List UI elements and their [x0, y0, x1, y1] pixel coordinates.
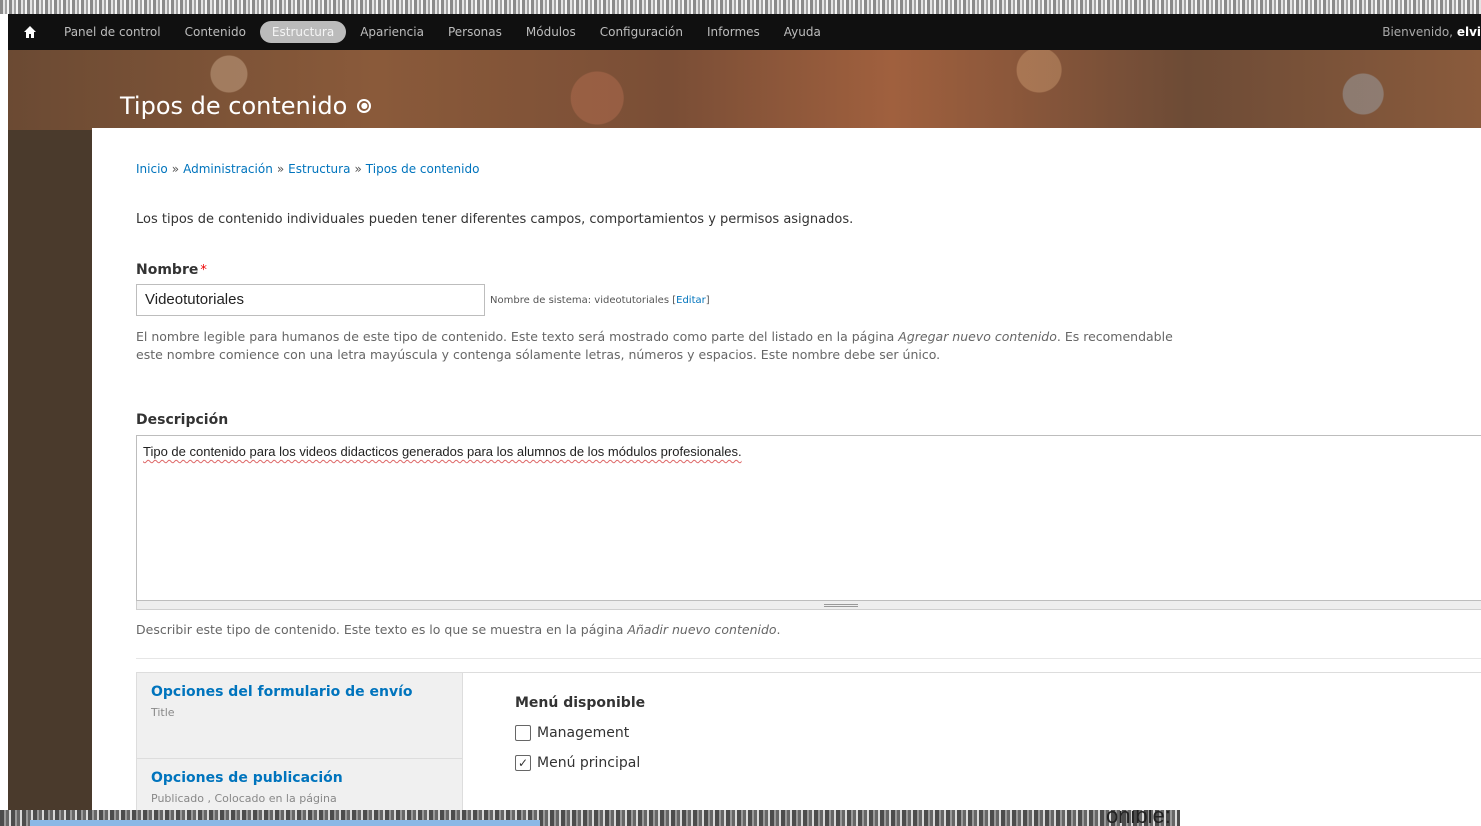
top-edge-artifact — [0, 0, 1481, 14]
vertical-tab-summary: Title — [151, 706, 175, 719]
breadcrumb: Inicio» Administración» Estructura» Tipos d… — [136, 162, 479, 176]
nav-modulos[interactable]: Módulos — [514, 14, 588, 50]
page-title-text: Tipos de contenido — [120, 92, 348, 120]
checkbox-checked-icon[interactable]: ✓ — [515, 755, 531, 771]
nav-informes[interactable]: Informes — [695, 14, 772, 50]
description-field-help: Describir este tipo de contenido. Este t… — [136, 622, 781, 637]
menu-option-management[interactable]: Management — [515, 725, 1429, 741]
name-label-text: Nombre — [136, 262, 199, 278]
vertical-tabs: Opciones del formulario de envío Title O… — [136, 672, 463, 812]
menu-option-label: Management — [537, 725, 630, 741]
welcome-username[interactable]: elvi — [1457, 25, 1481, 39]
breadcrumb-tipos-de-contenido[interactable]: Tipos de contenido — [366, 162, 480, 176]
name-help-part-b: . Es recomendable — [1056, 329, 1173, 344]
checkbox-unchecked-icon[interactable] — [515, 725, 531, 741]
bottom-blue-strip — [30, 820, 540, 826]
admin-toolbar: Panel de control Contenido Estructura Ap… — [8, 14, 1481, 50]
bottom-edge-artifact: onible: — [0, 810, 1481, 826]
description-help-part-b: . — [776, 622, 781, 637]
nav-personas[interactable]: Personas — [436, 14, 514, 50]
description-help-part-a: Describir este tipo de contenido. Este t… — [136, 622, 628, 637]
bottom-caption-text: onible: — [1106, 810, 1171, 826]
nav-estructura[interactable]: Estructura — [259, 21, 347, 43]
intro-text: Los tipos de contenido individuales pued… — [136, 212, 854, 227]
breadcrumb-inicio[interactable]: Inicio — [136, 162, 168, 176]
breadcrumb-estructura[interactable]: Estructura — [288, 162, 350, 176]
nav-ayuda[interactable]: Ayuda — [772, 14, 833, 50]
description-field-label: Descripción — [136, 412, 228, 428]
description-help-emphasis: Añadir nuevo contenido — [627, 622, 777, 637]
machine-name-prefix: Nombre de sistema: videotutoriales [ — [490, 295, 677, 306]
nav-panel-de-control[interactable]: Panel de control — [52, 14, 173, 50]
textarea-resize-handle[interactable] — [136, 601, 1481, 610]
vertical-tab-title[interactable]: Opciones de publicación — [151, 771, 448, 786]
main-content: Inicio» Administración» Estructura» Tipos d… — [92, 128, 1481, 812]
screenshot-frame: Panel de control Contenido Estructura Ap… — [0, 0, 1481, 826]
home-icon[interactable] — [8, 25, 52, 39]
section-divider — [136, 658, 1481, 659]
menu-panel-title: Menú disponible — [515, 695, 646, 711]
nav-configuracion[interactable]: Configuración — [588, 14, 695, 50]
description-label-text: Descripción — [136, 412, 229, 428]
breadcrumb-administracion[interactable]: Administración — [183, 162, 273, 176]
name-input[interactable]: Videotutoriales — [136, 284, 485, 316]
welcome-prefix: Bienvenido, — [1382, 25, 1453, 39]
breadcrumb-separator: » — [276, 162, 285, 176]
nav-contenido[interactable]: Contenido — [173, 14, 258, 50]
required-mark: * — [200, 263, 207, 278]
machine-name: Nombre de sistema: videotutoriales [Edit… — [490, 295, 710, 306]
add-shortcut-icon[interactable]: ● — [357, 99, 372, 113]
nav-apariencia[interactable]: Apariencia — [348, 14, 436, 50]
name-field-label: Nombre * — [136, 262, 207, 278]
description-textarea[interactable]: Tipo de contenido para los videos didact… — [136, 435, 1481, 601]
vertical-tab-summary: Publicado , Colocado en la página — [151, 792, 337, 805]
vertical-tab-publishing[interactable]: Opciones de publicación Publicado , Colo… — [137, 759, 462, 813]
name-field-help: El nombre legible para humanos de este t… — [136, 328, 1481, 364]
name-help-emphasis: Agregar nuevo contenido — [898, 329, 1057, 344]
name-help-part-a: El nombre legible para humanos de este t… — [136, 329, 899, 344]
name-help-part-c: este nombre comience con una letra mayús… — [136, 347, 941, 362]
menu-option-main-menu[interactable]: ✓ Menú principal — [515, 755, 1429, 771]
vertical-tab-title[interactable]: Opciones del formulario de envío — [151, 685, 448, 700]
menu-option-label: Menú principal — [537, 755, 641, 771]
breadcrumb-separator: » — [354, 162, 362, 176]
welcome-message: Bienvenido, elvi — [1382, 25, 1481, 39]
machine-name-suffix: ] — [705, 295, 710, 306]
breadcrumb-separator: » — [171, 162, 180, 176]
menu-settings-panel: Menú disponible Management ✓ Menú princi… — [463, 672, 1481, 812]
vertical-tab-submission[interactable]: Opciones del formulario de envío Title — [137, 673, 462, 759]
machine-name-edit-link[interactable]: Editar — [676, 295, 706, 306]
page-title: Tipos de contenido ● — [120, 92, 372, 120]
